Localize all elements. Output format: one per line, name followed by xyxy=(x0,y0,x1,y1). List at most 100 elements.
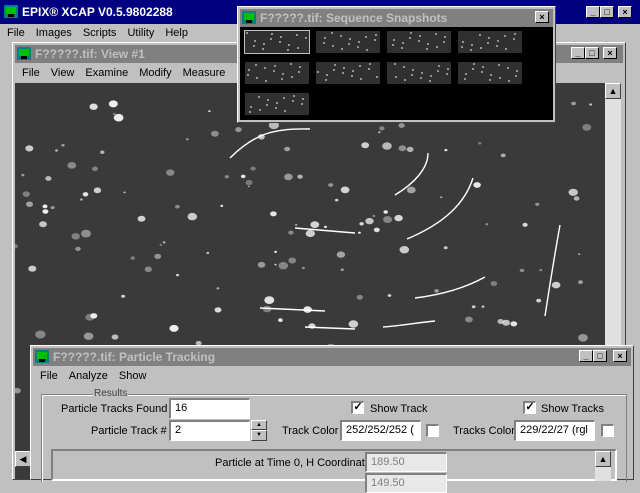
track-color-checkbox[interactable] xyxy=(426,424,439,437)
scroll-up-icon[interactable]: ▲ xyxy=(605,83,621,99)
particle-dot xyxy=(383,216,393,223)
snapshots-close-icon[interactable]: × xyxy=(535,11,549,23)
particle-dot xyxy=(406,186,416,194)
particle-dot xyxy=(340,186,350,194)
track-number-field[interactable]: 2 xyxy=(169,420,250,441)
maximize-icon[interactable]: □ xyxy=(600,6,614,18)
view-hscroll-left-icon[interactable]: ◀ xyxy=(15,451,31,467)
particle-dot xyxy=(478,141,482,145)
menu-help[interactable]: Help xyxy=(165,24,188,42)
particle-dot xyxy=(356,294,363,300)
coordinates-scroll-up-icon[interactable]: ▲ xyxy=(595,451,611,467)
particle-dot xyxy=(335,198,339,202)
tracking-minimize-icon[interactable]: _ xyxy=(579,350,593,362)
particle-dot xyxy=(490,281,498,287)
stepper-down-icon[interactable]: ▼ xyxy=(251,430,267,441)
particle-dot xyxy=(92,166,98,171)
particle-dot xyxy=(522,222,528,227)
particle-dot xyxy=(83,332,94,340)
tracking-maximize-icon[interactable]: □ xyxy=(593,350,607,362)
particle-dot xyxy=(310,221,320,229)
tracking-menu-analyze[interactable]: Analyze xyxy=(69,367,108,385)
snapshots-title-text: F?????.tif: Sequence Snapshots xyxy=(260,11,448,25)
particle-dot xyxy=(100,150,105,154)
tracking-menu-file[interactable]: File xyxy=(40,367,58,385)
tracks-color-field[interactable]: 229/22/27 (rgl xyxy=(514,420,595,441)
particle-dot xyxy=(25,145,34,152)
particle-dot xyxy=(108,100,118,108)
coordinate-field-2[interactable]: 149.50 xyxy=(365,473,447,493)
view-menu-measure[interactable]: Measure xyxy=(183,64,226,82)
particle-dot xyxy=(500,153,506,158)
particle-dot xyxy=(123,191,126,194)
tracks-color-checkbox[interactable] xyxy=(601,424,614,437)
particle-dot xyxy=(55,149,58,152)
particle-dot xyxy=(245,179,253,186)
particle-dot xyxy=(394,214,403,222)
show-track-label: Show Track xyxy=(370,403,428,415)
particle-dot xyxy=(235,127,242,133)
particle-dot xyxy=(26,201,33,207)
particle-dot xyxy=(247,185,250,188)
snapshot-thumbnail[interactable] xyxy=(387,31,451,53)
particle-dot xyxy=(387,294,392,297)
snapshots-window-icon xyxy=(242,11,256,24)
particle-dot xyxy=(166,169,175,176)
particle-dot xyxy=(82,192,89,197)
snapshot-thumbnail[interactable] xyxy=(387,62,451,84)
particle-dot xyxy=(45,176,52,181)
particle-dot xyxy=(113,113,124,122)
close-icon[interactable]: × xyxy=(618,6,632,18)
coordinate-field[interactable]: 189.50 xyxy=(365,452,447,472)
snapshot-thumbnail[interactable] xyxy=(245,93,309,115)
particle-dot xyxy=(278,318,283,323)
particle-dot xyxy=(90,313,98,319)
particle-dot xyxy=(270,211,277,217)
tracks-found-label: Particle Tracks Found xyxy=(61,403,168,415)
stepper-up-icon[interactable]: ▲ xyxy=(251,420,267,430)
view-menu-modify[interactable]: Modify xyxy=(139,64,171,82)
view-minimize-icon[interactable]: _ xyxy=(571,47,585,59)
view-close-icon[interactable]: × xyxy=(603,47,617,59)
tracking-title-bar[interactable]: F?????.tif: Particle Tracking _ □ × xyxy=(33,348,631,366)
view-menu-view[interactable]: View xyxy=(51,64,75,82)
particle-dot xyxy=(473,182,481,188)
minimize-icon[interactable]: _ xyxy=(586,6,600,18)
track-color-field[interactable]: 252/252/252 ( xyxy=(340,420,421,441)
view-menu-examine[interactable]: Examine xyxy=(85,64,128,82)
show-tracks-checkbox[interactable]: ✓ xyxy=(523,401,536,414)
particle-dot xyxy=(406,146,414,152)
snapshot-thumbnail[interactable] xyxy=(316,31,380,53)
snapshot-thumbnail[interactable] xyxy=(316,62,380,84)
coordinates-scrollbar[interactable]: ▲ xyxy=(595,451,611,481)
track-number-stepper[interactable]: ▲ ▼ xyxy=(251,420,267,441)
show-track-checkbox[interactable]: ✓ xyxy=(351,401,364,414)
particle-dot xyxy=(324,225,327,229)
menu-scripts[interactable]: Scripts xyxy=(83,24,117,42)
tracking-close-icon[interactable]: × xyxy=(613,350,627,362)
snapshots-title-bar[interactable]: F?????.tif: Sequence Snapshots × xyxy=(240,9,553,27)
menu-utility[interactable]: Utility xyxy=(127,24,154,42)
particle-dot xyxy=(162,241,166,244)
tracking-menu-bar: File Analyze Show xyxy=(33,367,638,385)
particle-dot xyxy=(206,251,210,255)
coordinate-label: Particle at Time 0, H Coordinate xyxy=(215,457,371,469)
view-menu-file[interactable]: File xyxy=(22,64,40,82)
particle-dot xyxy=(359,222,364,226)
tracking-menu-show[interactable]: Show xyxy=(119,367,147,385)
tracks-found-field[interactable]: 16 xyxy=(169,398,250,419)
particle-dot xyxy=(443,246,448,250)
particle-dot xyxy=(93,187,102,194)
particle-dot xyxy=(175,204,180,209)
view-maximize-icon[interactable]: □ xyxy=(585,47,599,59)
menu-images[interactable]: Images xyxy=(36,24,72,42)
particle-dot xyxy=(71,233,80,240)
snapshot-thumbnail[interactable] xyxy=(245,62,309,84)
menu-file[interactable]: File xyxy=(7,24,25,42)
snapshot-thumbnail[interactable] xyxy=(458,62,522,84)
snapshot-thumbnail[interactable] xyxy=(458,31,522,53)
particle-dot xyxy=(224,175,229,179)
particle-dot xyxy=(137,215,146,222)
particle-dot xyxy=(301,266,305,270)
snapshot-thumbnail[interactable] xyxy=(244,30,310,54)
